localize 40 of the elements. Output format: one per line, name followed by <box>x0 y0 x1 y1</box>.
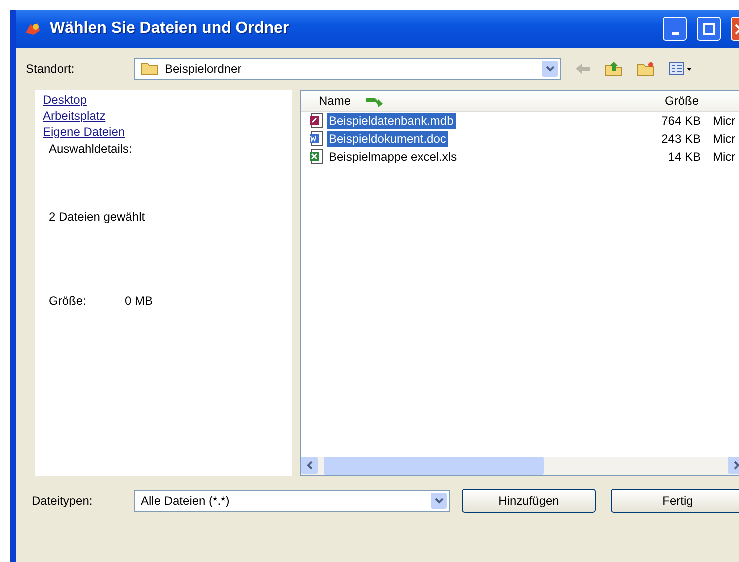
column-header[interactable]: Größe <box>621 94 699 108</box>
folder-icon <box>141 62 159 76</box>
location-dropdown[interactable]: Beispielordner <box>134 58 561 80</box>
file-name[interactable]: Beispielmappe excel.xls <box>327 149 460 165</box>
file-types-label: Dateitypen: <box>32 494 94 508</box>
minimize-icon <box>672 32 678 34</box>
file-types-dropdown[interactable]: Alle Dateien (*.*) <box>134 490 450 512</box>
location-label: Standort: <box>26 62 76 76</box>
place-link[interactable]: Desktop <box>43 92 88 108</box>
size-value: 0 MB <box>125 294 154 308</box>
new-folder-icon[interactable] <box>637 61 655 77</box>
app-icon <box>24 21 42 37</box>
file-name[interactable]: Beispieldatenbank.mdb <box>327 113 456 129</box>
minimize-button[interactable] <box>663 17 687 41</box>
scroll-left-icon[interactable] <box>301 457 318 474</box>
selection-count: 2 Dateien gewählt <box>49 210 146 224</box>
maximize-icon <box>703 23 715 35</box>
scroll-thumb[interactable] <box>324 457 544 475</box>
column-header[interactable]: Name <box>319 94 352 108</box>
details-heading: Auswahldetails: <box>49 142 134 156</box>
add-button[interactable]: Hinzufügen <box>462 489 596 513</box>
folder-up-icon[interactable] <box>605 61 623 77</box>
file-size: 764 KB <box>660 114 701 128</box>
spreadsheet-file-icon <box>309 149 325 165</box>
document-file-icon <box>309 131 325 147</box>
size-label: Größe: <box>49 294 88 308</box>
file-size: 243 KB <box>660 132 701 146</box>
file-type: Micr <box>713 132 736 146</box>
file-size: 14 KB <box>667 150 701 164</box>
file-type: Micr <box>713 150 736 164</box>
maximize-button[interactable] <box>697 17 721 41</box>
window-title: Wählen Sie Dateien und Ordner <box>50 20 290 38</box>
place-link[interactable]: Eigene Dateien <box>43 124 126 140</box>
done-button[interactable]: Fertig <box>611 489 739 513</box>
database-file-icon <box>309 113 325 129</box>
file-name[interactable]: Beispieldokument.doc <box>327 131 448 147</box>
place-link[interactable]: Arbeitsplatz <box>43 108 106 124</box>
view-menu-icon[interactable] <box>669 62 693 76</box>
file-type: Micr <box>713 114 736 128</box>
horizontal-scrollbar[interactable] <box>301 457 739 475</box>
